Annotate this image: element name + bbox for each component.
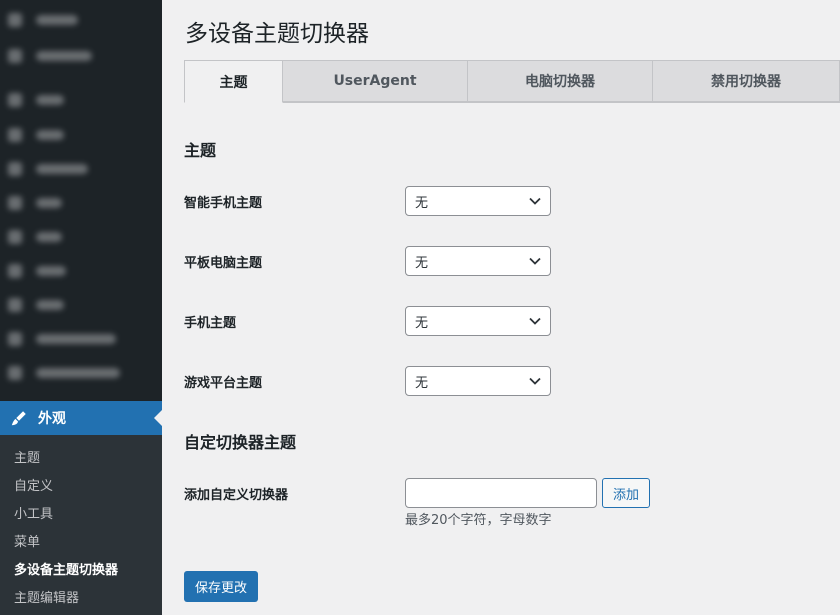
brush-icon	[11, 411, 26, 426]
admin-sidebar: 外观 主题 自定义 小工具 菜单 多设备主题切换器 主题编辑器	[0, 0, 162, 615]
select-value: 无	[415, 375, 429, 391]
blurred-menu-item[interactable]	[8, 92, 64, 108]
submenu-item-multi-device-switcher[interactable]: 多设备主题切换器	[14, 559, 118, 578]
chevron-down-icon	[529, 197, 541, 205]
custom-switcher-input[interactable]	[405, 478, 597, 508]
tab-pc-switcher[interactable]: 电脑切换器	[467, 60, 653, 102]
blurred-menu-item[interactable]	[8, 297, 64, 313]
blurred-menu-item[interactable]	[8, 195, 62, 211]
label-tablet-theme: 平板电脑主题	[184, 256, 263, 271]
select-mobile-theme[interactable]: 无	[405, 306, 551, 336]
label-mobile-theme: 手机主题	[184, 316, 237, 331]
menu-item-label: 外观	[38, 411, 66, 427]
chevron-down-icon	[529, 257, 541, 265]
blurred-menu-item[interactable]	[8, 365, 120, 381]
blurred-menu-item[interactable]	[8, 127, 64, 143]
submenu-item-widgets[interactable]: 小工具	[14, 503, 53, 522]
appearance-submenu: 主题 自定义 小工具 菜单 多设备主题切换器 主题编辑器	[0, 435, 162, 615]
section-title-themes: 主题	[184, 141, 217, 160]
chevron-down-icon	[529, 317, 541, 325]
section-title-custom-switcher: 自定切换器主题	[184, 433, 297, 452]
blurred-menu-item[interactable]	[8, 161, 88, 177]
tab-useragent[interactable]: UserAgent	[282, 60, 468, 102]
select-tablet-theme[interactable]: 无	[405, 246, 551, 276]
label-smartphone-theme: 智能手机主题	[184, 196, 263, 211]
save-changes-button[interactable]: 保存更改	[184, 571, 258, 602]
page-title: 多设备主题切换器	[185, 21, 369, 47]
custom-switcher-hint: 最多20个字符，字母数字	[405, 513, 552, 528]
add-button[interactable]: 添加	[602, 478, 650, 508]
blurred-menu-item[interactable]	[8, 263, 66, 279]
menu-item-appearance[interactable]: 外观	[0, 401, 162, 435]
label-game-platform-theme: 游戏平台主题	[184, 376, 263, 391]
tab-disable-switcher[interactable]: 禁用切换器	[652, 60, 840, 102]
select-value: 无	[415, 195, 429, 211]
blurred-menu-item[interactable]	[8, 229, 62, 245]
tab-themes[interactable]: 主题	[184, 60, 283, 103]
nav-tabs: 主题 UserAgent 电脑切换器 禁用切换器	[184, 60, 840, 103]
blurred-menu-item[interactable]	[8, 331, 116, 347]
submenu-item-themes[interactable]: 主题	[14, 447, 40, 466]
select-game-platform-theme[interactable]: 无	[405, 366, 551, 396]
select-smartphone-theme[interactable]: 无	[405, 186, 551, 216]
submenu-item-menus[interactable]: 菜单	[14, 531, 40, 550]
label-add-custom-switcher: 添加自定义切换器	[184, 488, 289, 503]
select-value: 无	[415, 315, 429, 331]
blurred-menu-item[interactable]	[8, 12, 78, 28]
blurred-menu-item[interactable]	[8, 48, 92, 64]
select-value: 无	[415, 255, 429, 271]
chevron-down-icon	[529, 377, 541, 385]
submenu-item-theme-editor[interactable]: 主题编辑器	[14, 587, 79, 606]
submenu-item-customize[interactable]: 自定义	[14, 475, 53, 494]
